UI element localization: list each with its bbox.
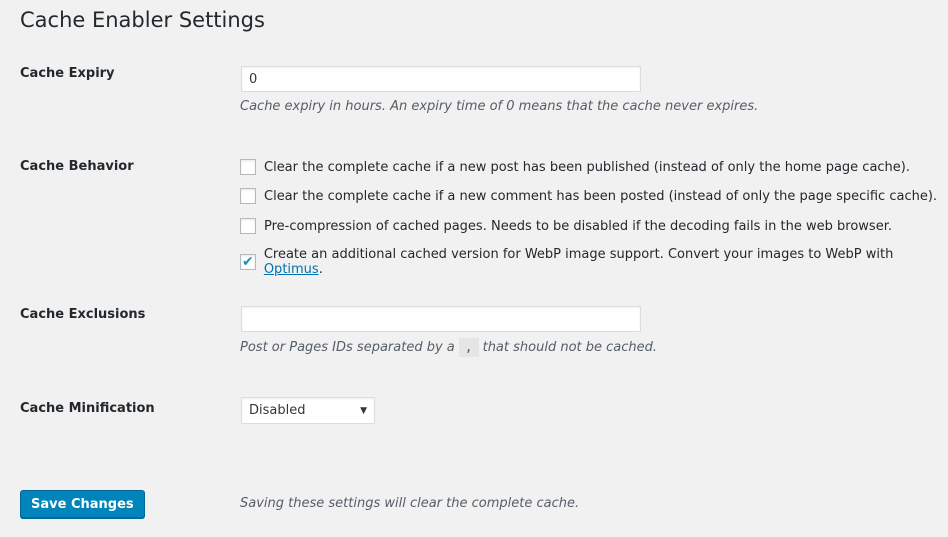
- dropdown-arrow-icon: ▼: [360, 405, 367, 416]
- option-label: Pre-compression of cached pages. Needs t…: [264, 218, 892, 234]
- cache-minification-label: Cache Minification: [20, 401, 155, 416]
- separator-code: ,: [458, 338, 479, 357]
- clear-cache-on-comment-option[interactable]: Clear the complete cache if a new commen…: [240, 188, 937, 204]
- checkmark-icon: ✔: [242, 254, 254, 270]
- page-title: Cache Enabler Settings: [20, 8, 265, 32]
- selected-value: Disabled: [249, 403, 306, 418]
- clear-cache-on-post-option[interactable]: Clear the complete cache if a new post h…: [240, 159, 910, 175]
- cache-minification-select[interactable]: Disabled ▼: [241, 397, 375, 424]
- cache-expiry-label: Cache Expiry: [20, 66, 115, 81]
- optimus-link[interactable]: Optimus: [264, 262, 319, 277]
- cache-expiry-description: Cache expiry in hours. An expiry time of…: [240, 99, 759, 114]
- webp-option[interactable]: ✔ Create an additional cached version for…: [240, 247, 948, 277]
- checkbox-checked[interactable]: ✔: [240, 254, 256, 270]
- checkbox[interactable]: [240, 159, 256, 175]
- cache-behavior-label: Cache Behavior: [20, 159, 134, 174]
- checkbox[interactable]: [240, 218, 256, 234]
- cache-exclusions-description: Post or Pages IDs separated by a, that sh…: [240, 338, 658, 357]
- desc-before: Post or Pages IDs separated by a: [240, 340, 455, 355]
- cache-exclusions-input[interactable]: [241, 306, 641, 332]
- cache-expiry-input[interactable]: [241, 66, 641, 92]
- option-period: .: [318, 262, 323, 277]
- option-text: Create an additional cached version for …: [263, 247, 894, 262]
- save-changes-button[interactable]: Save Changes: [20, 490, 145, 518]
- checkbox[interactable]: [240, 188, 256, 204]
- save-note: Saving these settings will clear the com…: [240, 496, 580, 511]
- pre-compression-option[interactable]: Pre-compression of cached pages. Needs t…: [240, 218, 892, 234]
- option-label: Clear the complete cache if a new commen…: [264, 188, 938, 204]
- cache-exclusions-label: Cache Exclusions: [20, 307, 146, 322]
- desc-after: that should not be cached.: [482, 340, 658, 355]
- option-label: Create an additional cached version for …: [264, 247, 948, 277]
- option-label: Clear the complete cache if a new post h…: [264, 159, 910, 175]
